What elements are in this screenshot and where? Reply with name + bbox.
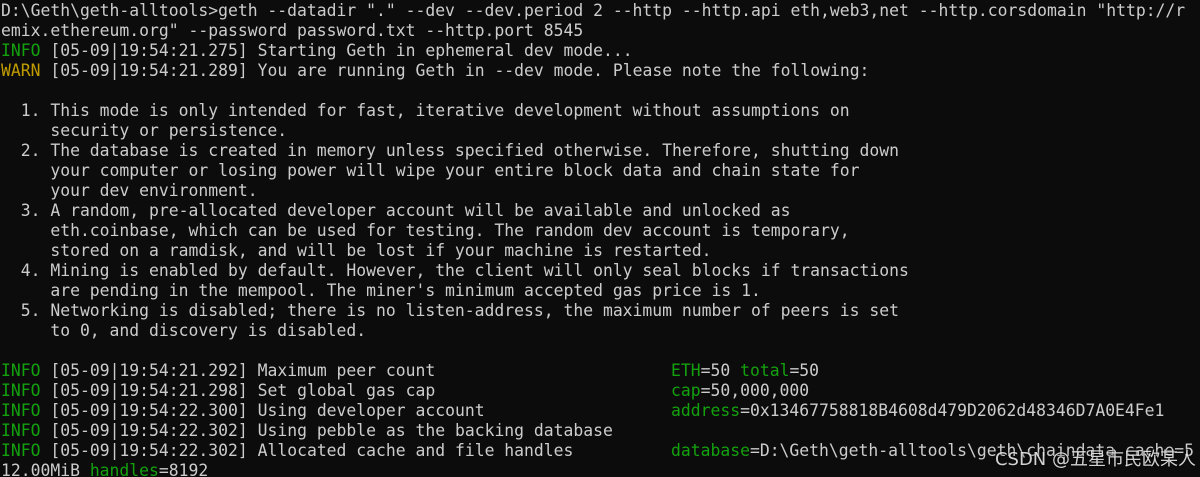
log-message: Using pebble as the backing database	[257, 421, 613, 440]
note-line: 4. Mining is enabled by default. However…	[1, 261, 909, 280]
command-line-1: D:\Geth\geth-alltools>geth --datadir "."…	[1, 1, 1186, 20]
log-timestamp: [05-09|19:54:21.289]	[50, 61, 248, 80]
log-timestamp: [05-09|19:54:22.300]	[50, 401, 248, 420]
field-key: total	[740, 361, 790, 380]
log-fields: cap=50,000,000	[671, 381, 809, 401]
note-line: 1. This mode is only intended for fast, …	[1, 101, 850, 120]
note-line: 5. Networking is disabled; there is no l…	[1, 301, 899, 320]
field-key: ETH	[671, 361, 701, 380]
wrapped-text: 12.00MiB	[1, 461, 90, 477]
watermark: CSDN @五星市民欧某人	[994, 449, 1196, 470]
log-level: INFO	[1, 441, 41, 460]
note-line: are pending in the mempool. The miner's …	[1, 281, 761, 300]
field-key: database	[671, 441, 750, 460]
note-line: security or persistence.	[1, 121, 288, 140]
note-line: stored on a ramdisk, and will be lost if…	[1, 241, 712, 260]
log-fields: address=0x13467758818B4608d479D2062d4834…	[671, 401, 1164, 421]
log-fields: ETH=50 total=50	[671, 361, 819, 381]
log-message: Maximum peer count	[257, 361, 436, 380]
log-line: INFO [05-09|19:54:21.292] Maximum peer c…	[0, 361, 1200, 381]
log-level: WARN	[1, 61, 41, 80]
log-message: Set global gas cap	[257, 381, 436, 400]
log-timestamp: [05-09|19:54:21.292]	[50, 361, 248, 380]
terminal-window[interactable]: D:\Geth\geth-alltools>geth --datadir "."…	[0, 0, 1200, 477]
log-line: INFO [05-09|19:54:22.300] Using develope…	[0, 401, 1200, 421]
field-key: cap	[671, 381, 701, 400]
note-line: to 0, and discovery is disabled.	[1, 321, 367, 340]
log-line: INFO [05-09|19:54:21.275] Starting Geth …	[0, 41, 1200, 61]
log-level: INFO	[1, 361, 41, 380]
field-value: =50	[789, 361, 820, 380]
field-value: =8192	[158, 461, 209, 477]
note-line: your computer or losing power will wipe …	[1, 161, 860, 180]
log-timestamp: [05-09|19:54:21.275]	[50, 41, 248, 60]
field-key: address	[671, 401, 741, 420]
log-timestamp: [05-09|19:54:21.298]	[50, 381, 248, 400]
log-line: INFO [05-09|19:54:22.302] Using pebble a…	[0, 421, 1200, 441]
field-value: =50,000,000	[700, 381, 810, 400]
log-timestamp: [05-09|19:54:22.302]	[50, 441, 248, 460]
log-message: You are running Geth in --dev mode. Plea…	[257, 61, 870, 80]
log-line: WARN [05-09|19:54:21.289] You are runnin…	[0, 61, 1200, 81]
field-value: =50	[700, 361, 741, 380]
log-line: INFO [05-09|19:54:21.298] Set global gas…	[0, 381, 1200, 401]
log-level: INFO	[1, 381, 41, 400]
command-line-2: emix.ethereum.org" --password password.t…	[1, 21, 584, 40]
log-level: INFO	[1, 401, 41, 420]
note-line: 3. A random, pre-allocated developer acc…	[1, 201, 791, 220]
note-line: 2. The database is created in memory unl…	[1, 141, 899, 160]
field-key: handles	[89, 461, 159, 477]
note-line: eth.coinbase, which can be used for test…	[1, 221, 850, 240]
note-line: your dev environment.	[1, 181, 258, 200]
log-level: INFO	[1, 421, 41, 440]
log-message: Using developer account	[257, 401, 485, 420]
log-message: Starting Geth in ephemeral dev mode...	[257, 41, 633, 60]
log-level: INFO	[1, 41, 41, 60]
field-value: =0x13467758818B4608d479D2062d48346D7A0E4…	[740, 401, 1165, 420]
log-message: Allocated cache and file handles	[257, 441, 574, 460]
log-timestamp: [05-09|19:54:22.302]	[50, 421, 248, 440]
